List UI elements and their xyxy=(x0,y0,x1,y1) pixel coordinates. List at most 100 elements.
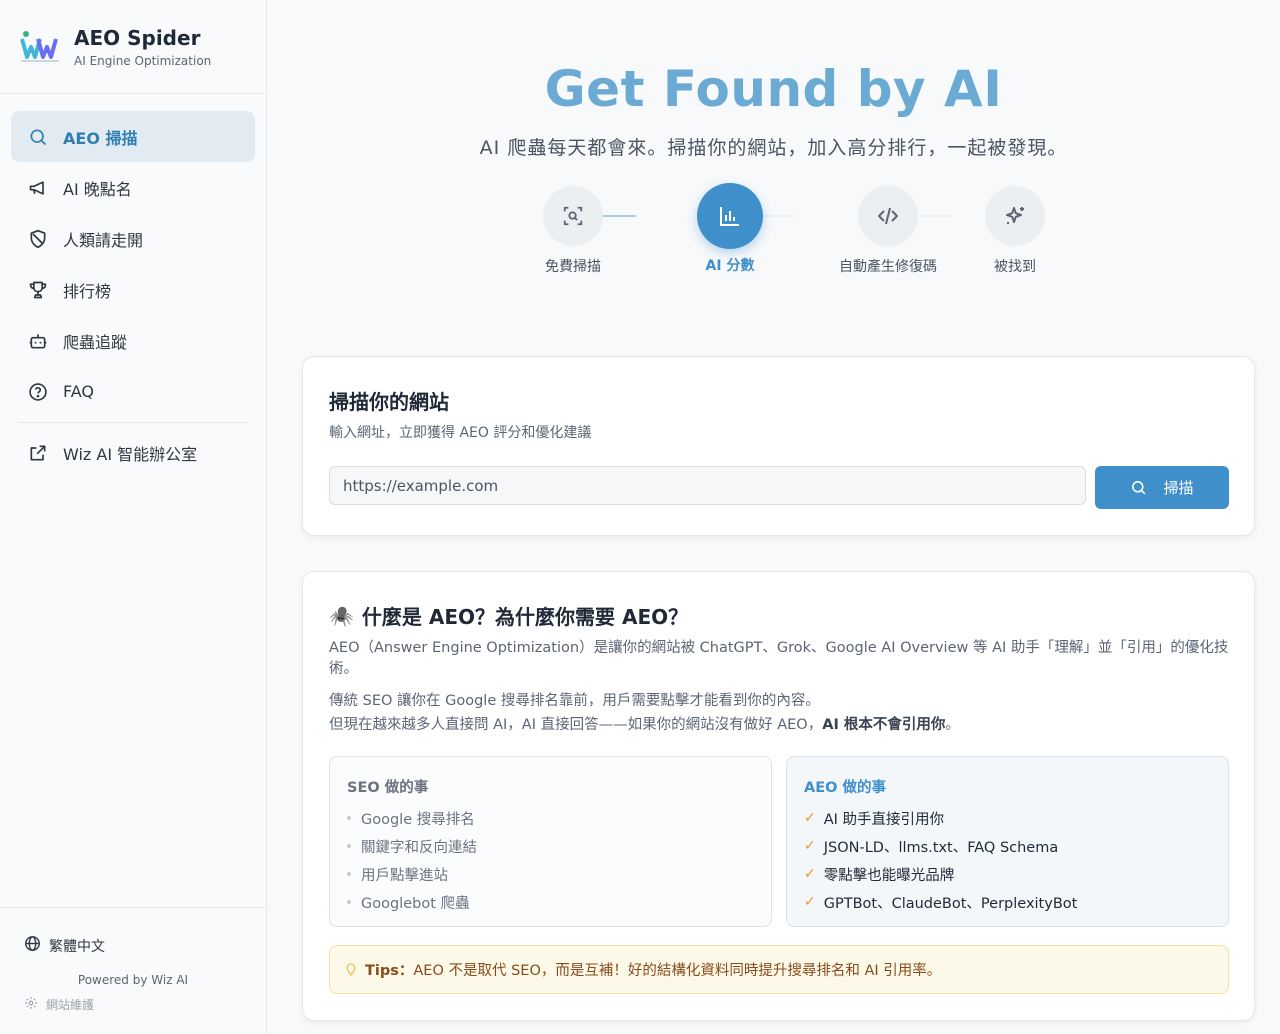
tips-banner: Tips： AEO 不是取代 SEO，而是互補！好的結構化資料同時提升搜尋排名和… xyxy=(329,945,1229,994)
about-title: 什麼是 AEO？為什麼你需要 AEO？ xyxy=(361,605,689,629)
list-item: ✓ AI 助手直接引用你 xyxy=(804,804,1077,832)
maintenance-link[interactable]: 網站維護 xyxy=(24,996,94,1013)
about-paragraph-3-end: 。 xyxy=(945,717,960,733)
search-icon xyxy=(28,127,48,147)
list-item: ✓ GPTBot、ClaudeBot、PerplexityBot xyxy=(804,888,1077,916)
gear-icon xyxy=(24,996,38,1013)
about-aeo-card: 🕷️ 什麼是 AEO？為什麼你需要 AEO？ AEO（Answer Engine… xyxy=(302,571,1255,1021)
bullet-icon xyxy=(347,816,351,820)
about-paragraph-2: 傳統 SEO 讓你在 Google 搜尋排名靠前，用戶需要點擊才能看到你的內容。 xyxy=(329,693,820,709)
spider-icon: 🕷️ xyxy=(329,603,354,628)
hero-subtitle: AI 爬蟲每天都會來。掃描你的網站，加入高分排行，一起被發現。 xyxy=(479,137,1068,159)
bot-icon xyxy=(28,331,48,351)
shield-off-icon xyxy=(28,229,48,249)
sparkles-icon xyxy=(985,186,1045,246)
trophy-icon xyxy=(28,280,48,300)
sidebar-divider xyxy=(18,422,248,423)
maintenance-label: 網站維護 xyxy=(46,998,95,1012)
sidebar-item-wiz-ai-office[interactable]: Wiz AI 智能辦公室 xyxy=(11,427,255,478)
list-item: ✓ 零點擊也能曝光品牌 xyxy=(804,860,1077,888)
check-icon: ✓ xyxy=(804,838,816,854)
bullet-icon xyxy=(347,900,351,904)
sidebar-item-humans-away[interactable]: 人類請走開 xyxy=(11,213,255,264)
list-item-label: Googlebot 爬蟲 xyxy=(361,895,470,912)
aeo-list: ✓ AI 助手直接引用你 ✓ JSON-LD、llms.txt、FAQ Schema… xyxy=(804,804,1077,916)
about-title-row: 🕷️ 什麼是 AEO？為什麼你需要 AEO？ xyxy=(329,601,688,630)
scan-card: 掃描你的網站 輸入網址，立即獲得 AEO 評分和優化建議 https://exa… xyxy=(302,356,1255,536)
url-input[interactable]: https://example.com xyxy=(329,466,1086,505)
bar-chart-icon xyxy=(697,183,763,249)
bullet-icon xyxy=(347,844,351,848)
language-label: 繁體中文 xyxy=(49,938,105,955)
powered-by: Powered by Wiz AI xyxy=(77,973,189,987)
list-item-label: 零點擊也能曝光品牌 xyxy=(823,867,955,884)
sidebar-item-label: 排行榜 xyxy=(63,281,112,301)
aeo-box-title: AEO 做的事 xyxy=(804,780,887,796)
globe-icon xyxy=(24,935,41,956)
main-content: Get Found by AI AI 爬蟲每天都會來。掃描你的網站，加入高分排行… xyxy=(267,0,1280,1034)
sidebar-item-aeo-scan[interactable]: AEO 掃描 xyxy=(11,111,255,162)
sidebar: AEO Spider AI Engine Optimization AEO 掃描… xyxy=(0,0,267,1034)
hero-title: Get Found by AI xyxy=(544,60,1003,118)
megaphone-icon xyxy=(28,178,48,198)
about-paragraph-3-emphasis: AI 根本不會引用你 xyxy=(822,717,946,733)
list-item: Google 搜尋排名 xyxy=(347,804,477,832)
step-free-scan: 免費掃描 xyxy=(503,186,643,276)
list-item-label: 用戶點擊進站 xyxy=(361,867,448,884)
aeo-box: AEO 做的事 ✓ AI 助手直接引用你 ✓ JSON-LD、llms.txt、FA… xyxy=(786,756,1229,927)
sidebar-item-label: Wiz AI 智能辦公室 xyxy=(63,444,198,464)
tips-text: AEO 不是取代 SEO，而是互補！好的結構化資料同時提升搜尋排名和 AI 引用… xyxy=(413,963,942,979)
scan-search-icon xyxy=(543,186,603,246)
list-item-label: JSON-LD、llms.txt、FAQ Schema xyxy=(823,839,1059,856)
about-paragraph-3: 但現在越來越多人直接問 AI，AI 直接回答——如果你的網站沒有做好 AEO，A… xyxy=(329,715,1229,736)
sidebar-item-label: 人類請走開 xyxy=(63,230,144,250)
sidebar-item-label: AEO 掃描 xyxy=(63,128,138,148)
scan-button[interactable]: 掃描 xyxy=(1095,466,1229,509)
sidebar-item-label: AI 晚點名 xyxy=(63,179,132,199)
seo-box: SEO 做的事 Google 搜尋排名 關鍵字和反向連結 用戶點擊進站 Goog… xyxy=(329,756,772,927)
list-item-label: AI 助手直接引用你 xyxy=(823,811,945,828)
search-icon xyxy=(1130,479,1147,496)
sidebar-item-leaderboard[interactable]: 排行榜 xyxy=(11,264,255,315)
step-label: 免費掃描 xyxy=(545,259,601,275)
list-item: ✓ JSON-LD、llms.txt、FAQ Schema xyxy=(804,832,1077,860)
list-item-label: GPTBot、ClaudeBot、PerplexityBot xyxy=(823,895,1078,912)
sidebar-item-label: FAQ xyxy=(63,382,94,401)
step-label: 自動產生修復碼 xyxy=(839,259,937,275)
seo-list: Google 搜尋排名 關鍵字和反向連結 用戶點擊進站 Googlebot 爬蟲 xyxy=(347,804,477,916)
brand-title: AEO Spider xyxy=(74,25,201,50)
step-auto-fix-code: 自動產生修復碼 xyxy=(808,186,968,276)
about-paragraph-3-text: 但現在越來越多人直接問 AI，AI 直接回答——如果你的網站沒有做好 AEO， xyxy=(329,717,823,733)
check-icon: ✓ xyxy=(804,866,816,882)
external-link-icon xyxy=(28,443,48,463)
tips-label: Tips： xyxy=(365,963,414,979)
scan-button-label: 掃描 xyxy=(1163,479,1194,497)
sidebar-item-crawler-tracking[interactable]: 爬蟲追蹤 xyxy=(11,315,255,366)
wiz-logo xyxy=(20,29,62,65)
scan-card-title: 掃描你的網站 xyxy=(329,390,449,414)
lightbulb-icon xyxy=(345,962,357,977)
sidebar-nav: AEO 掃描 AI 晚點名 人類請走開 排行榜 爬蟲追蹤 FAQ Wiz AI … xyxy=(0,94,266,478)
brand[interactable]: AEO Spider AI Engine Optimization xyxy=(0,0,266,94)
sidebar-item-label: 爬蟲追蹤 xyxy=(63,332,128,352)
language-selector[interactable]: 繁體中文 xyxy=(24,935,105,956)
seo-box-title: SEO 做的事 xyxy=(347,780,429,796)
list-item: 用戶點擊進站 xyxy=(347,860,477,888)
list-item-label: 關鍵字和反向連結 xyxy=(361,839,477,856)
scan-card-description: 輸入網址，立即獲得 AEO 評分和優化建議 xyxy=(329,425,592,441)
about-paragraph-1: AEO（Answer Engine Optimization）是讓你的網站被 C… xyxy=(329,640,1229,677)
list-item-label: Google 搜尋排名 xyxy=(361,811,475,828)
check-icon: ✓ xyxy=(804,810,816,826)
list-item: Googlebot 爬蟲 xyxy=(347,888,477,916)
step-label: 被找到 xyxy=(994,259,1036,275)
brand-subtitle: AI Engine Optimization xyxy=(74,53,212,68)
help-circle-icon xyxy=(28,382,48,402)
code-icon xyxy=(858,186,918,246)
step-label: AI 分數 xyxy=(705,258,755,274)
step-get-found: 被找到 xyxy=(975,186,1055,276)
step-ai-score: AI 分數 xyxy=(660,183,800,275)
check-icon: ✓ xyxy=(804,894,816,910)
bullet-icon xyxy=(347,872,351,876)
sidebar-item-ai-rollcall[interactable]: AI 晚點名 xyxy=(11,162,255,213)
sidebar-item-faq[interactable]: FAQ xyxy=(11,366,255,417)
